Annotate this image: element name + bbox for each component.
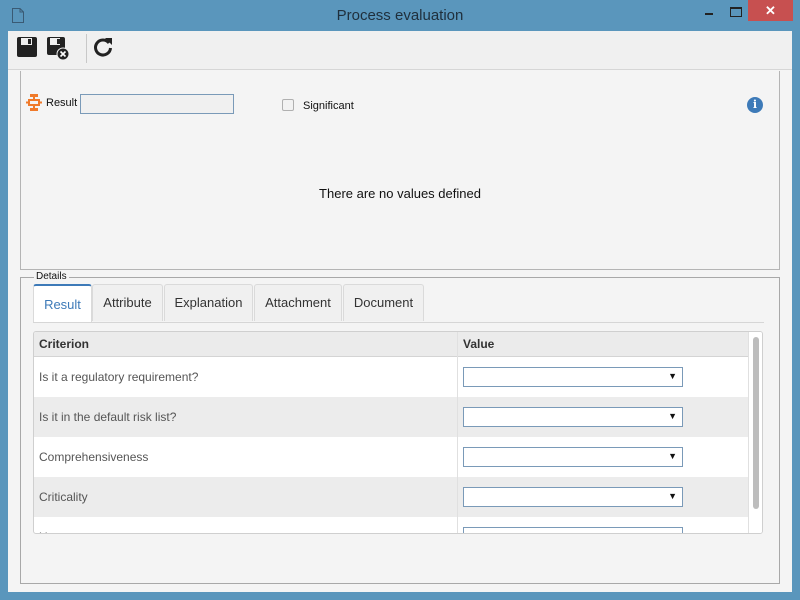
result-label: Result	[46, 97, 78, 109]
grid-header: Criterion Value	[34, 332, 748, 357]
window-client: Result Significant i There are no values…	[8, 31, 792, 592]
criterion-label: Criticality	[39, 490, 88, 504]
criterion-label: Urgency	[39, 530, 84, 533]
column-divider	[457, 332, 458, 533]
column-header-criterion[interactable]: Criterion	[34, 332, 89, 357]
significant-label: Significant	[303, 100, 354, 112]
floppy-disk-icon	[17, 37, 37, 57]
significant-checkbox[interactable]	[282, 99, 294, 111]
process-structure-icon	[26, 94, 42, 111]
dropdown-arrow-icon: ▼	[668, 451, 677, 461]
toolbar-separator	[86, 34, 87, 63]
value-dropdown[interactable]: ▼	[463, 487, 683, 507]
tab-attachment[interactable]: Attachment	[254, 284, 342, 321]
save-and-close-button[interactable]	[46, 36, 70, 61]
refresh-icon	[94, 38, 112, 57]
title-bar: Process evaluation ✕	[0, 0, 800, 31]
value-dropdown[interactable]: ▼	[463, 407, 683, 427]
dropdown-arrow-icon: ▼	[668, 531, 677, 533]
tab-explanation[interactable]: Explanation	[164, 284, 253, 321]
criteria-grid: Criterion Value Is it a regulatory requi…	[33, 331, 763, 534]
dropdown-arrow-icon: ▼	[668, 491, 677, 501]
grid-scrollbar[interactable]	[748, 332, 762, 533]
column-header-value[interactable]: Value	[458, 332, 494, 357]
criterion-label: Is it a regulatory requirement?	[39, 370, 199, 384]
result-input[interactable]	[80, 94, 234, 114]
table-row: Criticality ▼	[34, 477, 748, 517]
close-icon: ✕	[765, 3, 776, 18]
refresh-button[interactable]	[92, 36, 116, 60]
details-group: Details Result Attribute Explanation Att…	[20, 271, 780, 584]
info-icon[interactable]: i	[747, 97, 763, 113]
criterion-label: Is it in the default risk list?	[39, 410, 177, 424]
window-title: Process evaluation	[336, 7, 464, 24]
toolbar	[8, 31, 792, 70]
close-button[interactable]: ✕	[748, 0, 793, 21]
criterion-label: Comprehensiveness	[39, 450, 149, 464]
save-button[interactable]	[16, 36, 40, 60]
tabs-divider	[33, 322, 764, 323]
tab-document[interactable]: Document	[343, 284, 424, 321]
table-row: Comprehensiveness ▼	[34, 437, 748, 477]
value-dropdown[interactable]: ▼	[463, 447, 683, 467]
tab-attribute[interactable]: Attribute	[92, 284, 163, 321]
minimize-button[interactable]	[700, 0, 726, 21]
result-panel: Result Significant i There are no values…	[20, 71, 780, 270]
tab-result[interactable]: Result	[33, 284, 92, 322]
table-row: Is it in the default risk list? ▼	[34, 397, 748, 437]
table-row: Is it a regulatory requirement? ▼	[34, 357, 748, 397]
scrollbar-thumb[interactable]	[753, 337, 759, 509]
empty-values-message: There are no values defined	[319, 186, 481, 201]
value-dropdown[interactable]: ▼	[463, 367, 683, 387]
details-legend: Details	[34, 271, 69, 282]
value-dropdown[interactable]: ▼	[463, 527, 683, 533]
dropdown-arrow-icon: ▼	[668, 411, 677, 421]
floppy-disk-close-icon	[47, 37, 70, 61]
table-row: Urgency ▼	[34, 517, 748, 533]
dropdown-arrow-icon: ▼	[668, 371, 677, 381]
